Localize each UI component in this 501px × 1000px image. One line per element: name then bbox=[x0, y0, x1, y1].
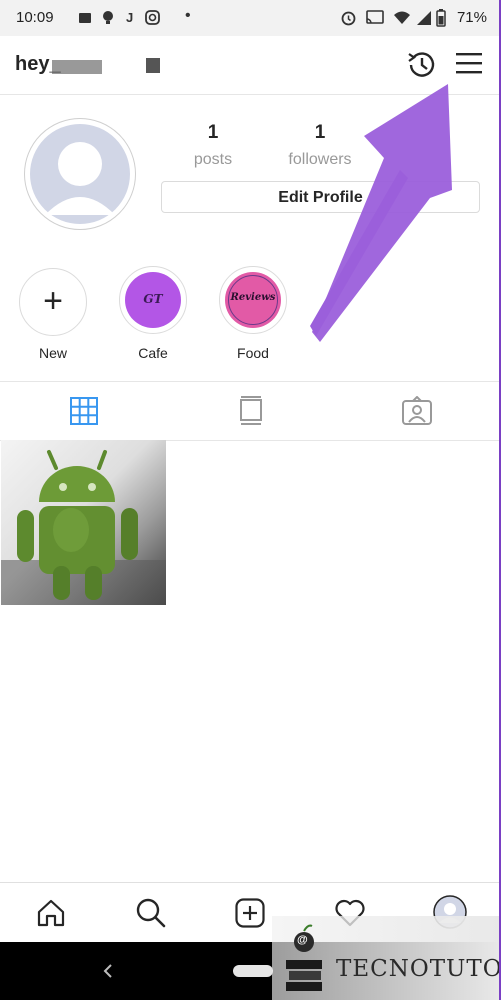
books-logo-icon bbox=[286, 924, 322, 991]
watermark-at-symbol: @ bbox=[297, 934, 308, 946]
back-icon[interactable] bbox=[102, 963, 114, 979]
home-icon[interactable] bbox=[36, 899, 66, 927]
add-icon[interactable] bbox=[235, 898, 265, 928]
search-icon[interactable] bbox=[136, 898, 166, 928]
home-pill-button[interactable] bbox=[233, 965, 273, 977]
annotation-arrow bbox=[310, 84, 452, 342]
watermark-text: TECNOTUTO bbox=[336, 956, 501, 982]
watermark-box: @ TECNOTUTO bbox=[272, 916, 501, 1000]
system-navigation-bar: @ TECNOTUTO bbox=[0, 916, 501, 1000]
